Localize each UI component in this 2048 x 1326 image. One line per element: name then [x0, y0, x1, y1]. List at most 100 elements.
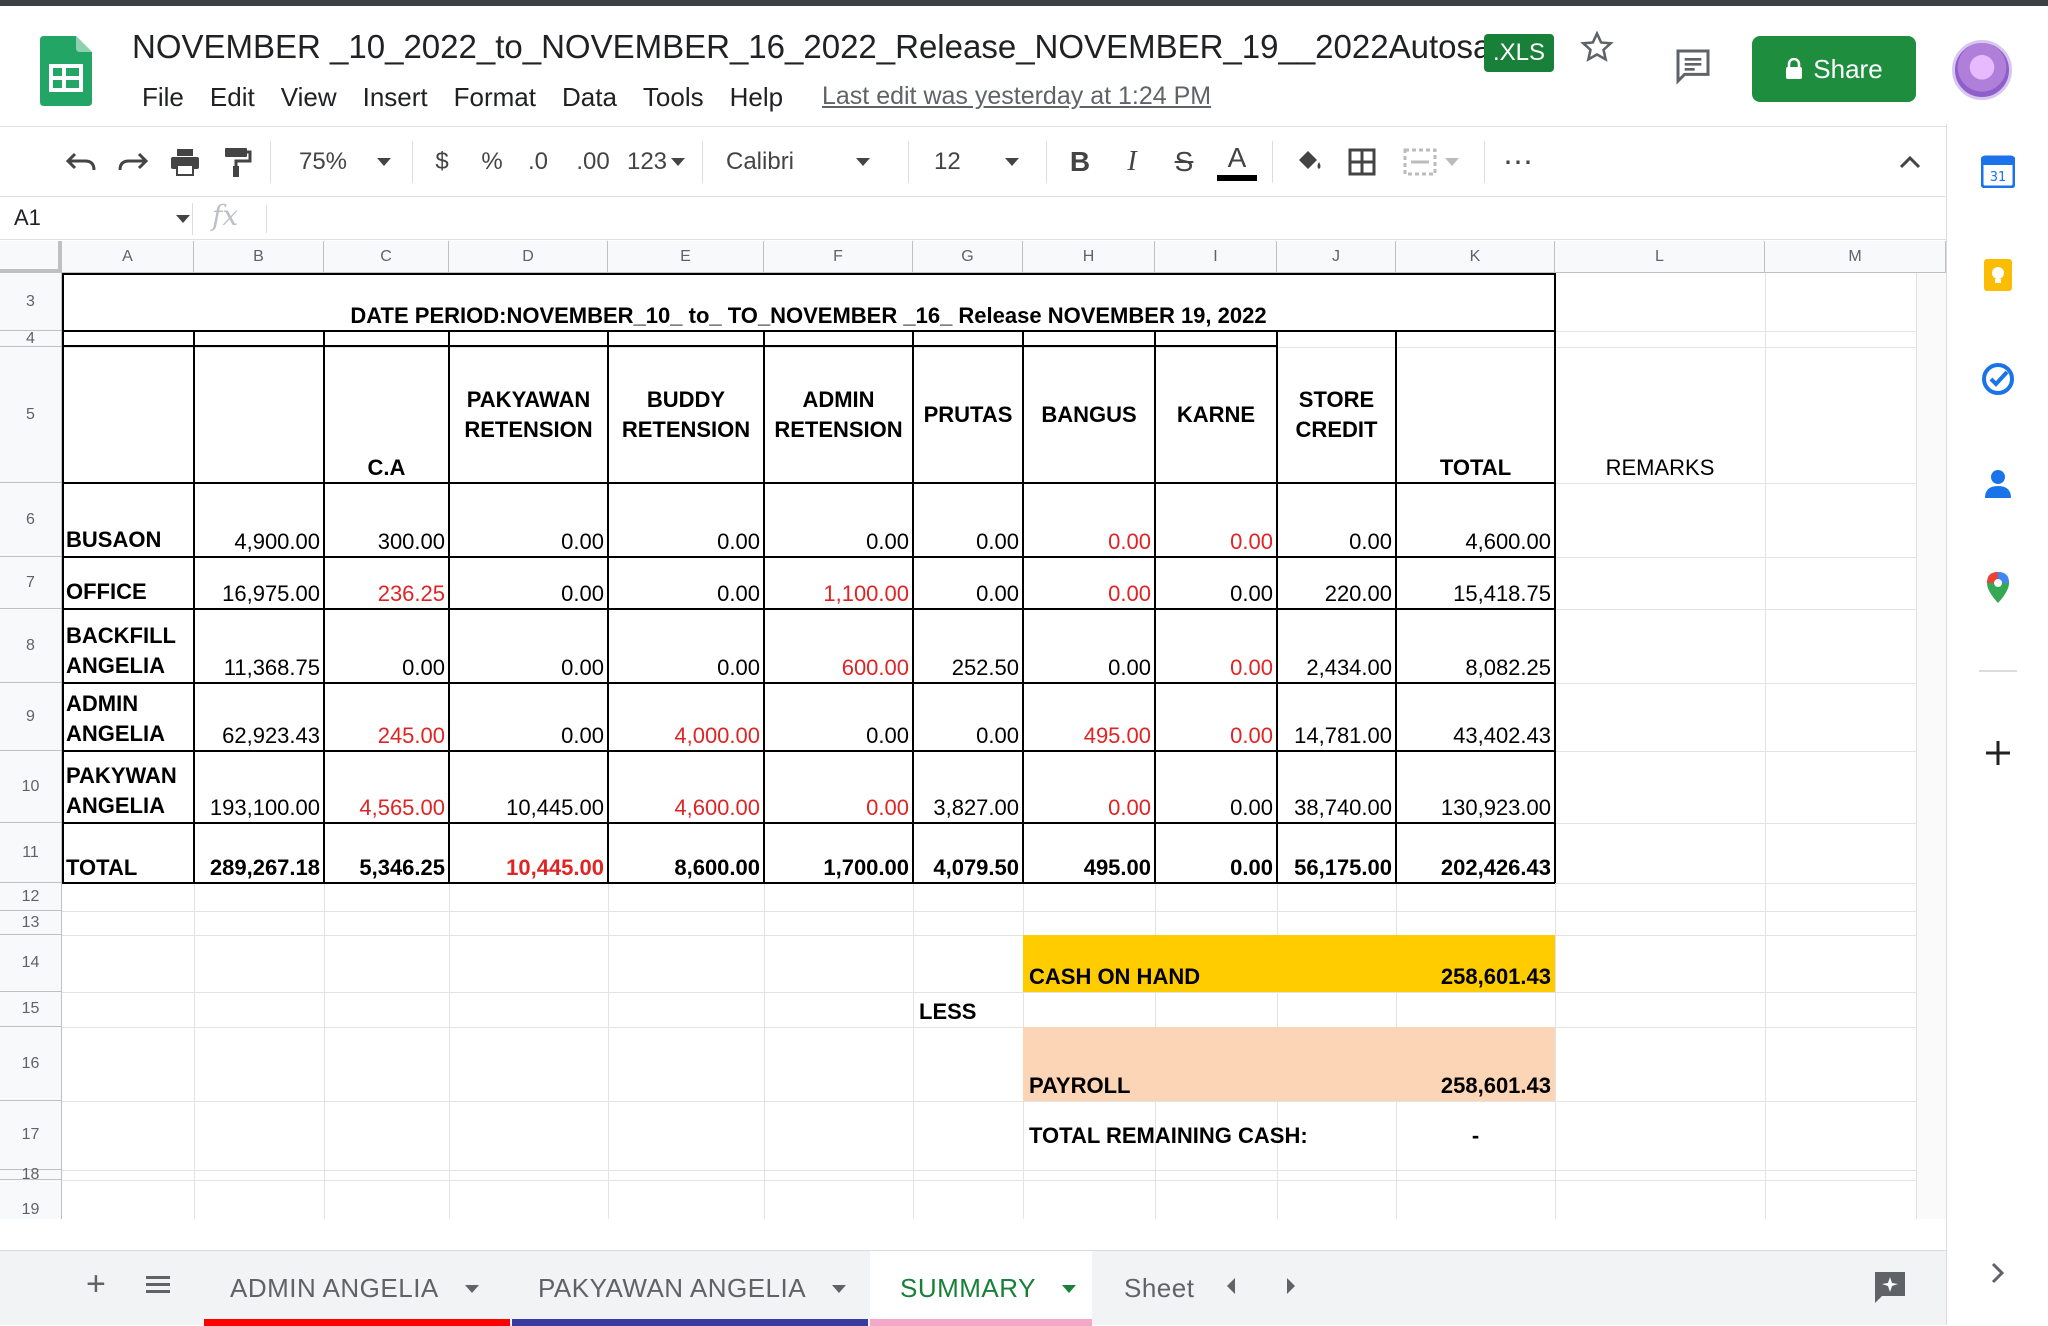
- more-formats-select[interactable]: 123: [624, 127, 688, 197]
- data-cell: 2,434.00: [1306, 655, 1392, 680]
- contacts-icon[interactable]: [1981, 466, 2015, 500]
- paint-format-icon[interactable]: [214, 127, 260, 197]
- menu-format[interactable]: Format: [442, 78, 548, 117]
- row-header-4[interactable]: 4: [0, 330, 62, 347]
- tab-admin-angelia[interactable]: ADMIN ANGELIA: [204, 1251, 510, 1326]
- maps-icon[interactable]: [1981, 570, 2015, 604]
- column-header-h[interactable]: H: [1023, 241, 1155, 273]
- decrease-decimal-button[interactable]: .0: [520, 127, 556, 197]
- data-cell: 0.00: [1230, 581, 1273, 606]
- all-sheets-icon[interactable]: [144, 1273, 172, 1297]
- data-cell: 0.00: [976, 723, 1019, 748]
- tab-sheet[interactable]: Sheet: [1098, 1251, 1202, 1326]
- row-header-11[interactable]: 11: [0, 823, 62, 883]
- borders-icon[interactable]: [1342, 127, 1382, 197]
- explore-icon[interactable]: [1872, 1269, 1908, 1305]
- row-header-12[interactable]: 12: [0, 883, 62, 911]
- scroll-tabs-left-icon[interactable]: [1222, 1275, 1240, 1297]
- collapse-toolbar-icon[interactable]: [1890, 127, 1930, 197]
- percent-format-button[interactable]: %: [474, 127, 510, 197]
- comment-history-icon[interactable]: [1672, 46, 1714, 86]
- row-header-8[interactable]: 8: [0, 609, 62, 683]
- data-cell: 0.00: [1230, 529, 1273, 554]
- menu-edit[interactable]: Edit: [198, 78, 267, 117]
- tab-summary[interactable]: SUMMARY: [870, 1251, 1092, 1326]
- column-header-m[interactable]: M: [1765, 241, 1946, 273]
- currency-format-button[interactable]: $: [424, 127, 460, 197]
- column-header-b[interactable]: B: [194, 241, 324, 273]
- row-header-9[interactable]: 9: [0, 683, 62, 751]
- column-header-e[interactable]: E: [608, 241, 764, 273]
- row-header-14[interactable]: 14: [0, 935, 62, 992]
- row-header-7[interactable]: 7: [0, 557, 62, 609]
- row-header-13[interactable]: 13: [0, 911, 62, 935]
- merge-cells-icon[interactable]: [1396, 127, 1466, 197]
- data-cell: 0.00: [976, 529, 1019, 554]
- row-header-16[interactable]: 16: [0, 1027, 62, 1101]
- text-color-button[interactable]: A: [1216, 127, 1258, 197]
- data-cell: 600.00: [841, 655, 909, 680]
- keep-icon[interactable]: [1981, 258, 2015, 292]
- column-header-a[interactable]: A: [62, 241, 194, 273]
- data-cell: 15,418.75: [1453, 581, 1551, 606]
- formula-bar: A1 fx: [0, 196, 1946, 240]
- row-header-18[interactable]: 18: [0, 1166, 62, 1183]
- row-header-17[interactable]: 17: [0, 1101, 62, 1170]
- italic-button[interactable]: I: [1112, 127, 1152, 197]
- last-edit-link[interactable]: Last edit was yesterday at 1:24 PM: [822, 82, 1211, 111]
- column-header-j[interactable]: J: [1277, 241, 1396, 273]
- increase-decimal-button[interactable]: .00: [568, 127, 618, 197]
- column-header-k[interactable]: K: [1396, 241, 1555, 273]
- menu-data[interactable]: Data: [550, 78, 629, 117]
- scroll-tabs-right-icon[interactable]: [1282, 1275, 1300, 1297]
- print-icon[interactable]: [162, 127, 208, 197]
- fill-color-icon[interactable]: [1290, 127, 1330, 197]
- menu-view[interactable]: View: [269, 78, 349, 117]
- add-addon-icon[interactable]: [1981, 736, 2015, 770]
- spreadsheet-grid[interactable]: A B C D E F G H I J K L M 3 4 5 6 7 8 9 10 11 12 13 14 15 16 17 18 19…: [0, 241, 1946, 1219]
- tasks-icon[interactable]: [1981, 362, 2015, 396]
- total-remaining-value: -: [1471, 1122, 1480, 1148]
- row-header-5[interactable]: 5: [0, 347, 62, 483]
- expand-side-panel-icon[interactable]: [1981, 1256, 2015, 1290]
- column-header-g[interactable]: G: [913, 241, 1023, 273]
- add-sheet-icon[interactable]: +: [86, 1265, 106, 1304]
- calendar-icon[interactable]: 31: [1981, 154, 2015, 188]
- select-all-corner[interactable]: [0, 241, 62, 273]
- menu-help[interactable]: Help: [718, 78, 795, 117]
- row-header-10[interactable]: 10: [0, 751, 62, 823]
- name-box[interactable]: A1: [14, 205, 41, 231]
- data-cell: 300.00: [377, 529, 445, 554]
- document-title[interactable]: NOVEMBER _10_2022_to_NOVEMBER_16_2022_Re…: [132, 28, 1541, 66]
- column-header-i[interactable]: I: [1155, 241, 1277, 273]
- redo-icon[interactable]: [110, 127, 156, 197]
- column-header-d[interactable]: D: [449, 241, 608, 273]
- tab-pakyawan-angelia[interactable]: PAKYAWAN ANGELIA: [512, 1251, 868, 1326]
- data-cell: 236.25: [377, 581, 445, 606]
- strikethrough-button[interactable]: S: [1164, 127, 1204, 197]
- menu-tools[interactable]: Tools: [631, 78, 716, 117]
- menu-file[interactable]: File: [130, 78, 196, 117]
- row-header-19[interactable]: 19: [0, 1180, 62, 1219]
- header-total: TOTAL: [1439, 455, 1512, 480]
- column-header-l[interactable]: L: [1555, 241, 1765, 273]
- row-header-15[interactable]: 15: [0, 992, 62, 1027]
- font-family-select[interactable]: Calibri: [726, 127, 886, 197]
- column-header-c[interactable]: C: [324, 241, 449, 273]
- formula-input[interactable]: [270, 197, 1940, 241]
- row-header-6[interactable]: 6: [0, 483, 62, 557]
- bold-button[interactable]: B: [1060, 127, 1100, 197]
- font-size-select[interactable]: 12: [934, 127, 1034, 197]
- star-icon[interactable]: [1580, 30, 1614, 64]
- name-box-dropdown-icon[interactable]: [176, 215, 190, 223]
- share-button[interactable]: Share: [1752, 36, 1916, 102]
- column-header-f[interactable]: F: [764, 241, 913, 273]
- zoom-select[interactable]: 75%: [290, 127, 400, 197]
- menu-insert[interactable]: Insert: [351, 78, 440, 117]
- undo-icon[interactable]: [58, 127, 104, 197]
- more-tools-button[interactable]: ⋯: [1496, 127, 1540, 197]
- vertical-scrollbar[interactable]: [1916, 273, 1946, 1219]
- row-header-3[interactable]: 3: [0, 273, 62, 331]
- sheets-logo-icon[interactable]: [40, 36, 92, 106]
- avatar[interactable]: [1952, 40, 2012, 100]
